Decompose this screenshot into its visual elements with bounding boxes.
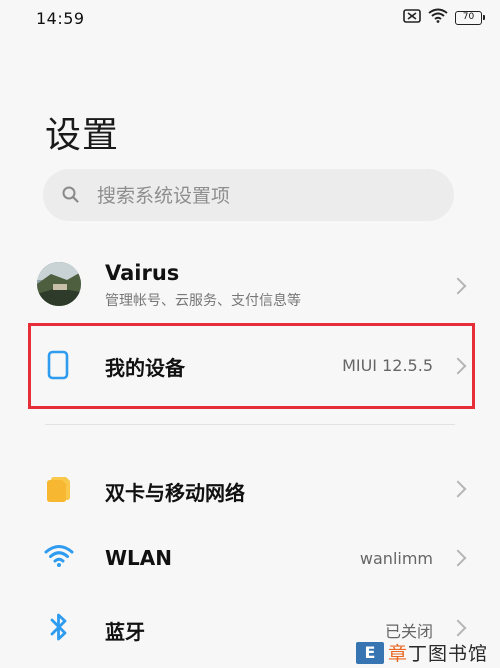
search-input[interactable] bbox=[95, 169, 439, 223]
settings-screen: 14:59 70 设置 搜索系统设置项 Vairus 管理帐号、云服务、支付信息… bbox=[0, 0, 500, 668]
sim-off-icon bbox=[403, 8, 421, 27]
chevron-right-icon bbox=[449, 480, 467, 498]
settings-item-value: wanlimm bbox=[359, 549, 433, 568]
highlight-box bbox=[28, 323, 475, 409]
settings-item-label: 双卡与移动网络 bbox=[105, 481, 245, 505]
account-subtitle: 管理帐号、云服务、支付信息等 bbox=[105, 293, 301, 309]
avatar bbox=[37, 262, 81, 306]
watermark-text-accent: 章 bbox=[387, 643, 408, 665]
chevron-right-icon bbox=[449, 549, 467, 567]
watermark-logo: E bbox=[355, 641, 384, 664]
bluetooth-icon bbox=[49, 612, 69, 646]
settings-item-dual-sim[interactable]: 双卡与移动网络 bbox=[0, 455, 500, 523]
watermark-text-rest: 丁图书馆 bbox=[407, 643, 488, 665]
status-icons: 70 bbox=[403, 8, 485, 27]
status-bar: 14:59 70 bbox=[0, 0, 500, 40]
sim-card-icon bbox=[46, 475, 72, 507]
battery-icon: 70 bbox=[455, 10, 485, 25]
search-bar[interactable] bbox=[43, 169, 454, 223]
page-title: 设置 bbox=[45, 115, 120, 156]
settings-item-label: 蓝牙 bbox=[105, 620, 145, 644]
wifi-icon bbox=[44, 544, 74, 572]
account-name: Vairus bbox=[105, 261, 180, 285]
divider bbox=[45, 424, 455, 425]
chevron-right-icon bbox=[449, 277, 467, 295]
watermark-text: 章丁图书馆 bbox=[388, 639, 488, 666]
settings-item-label: WLAN bbox=[105, 546, 173, 570]
chevron-right-icon bbox=[449, 619, 467, 637]
status-time: 14:59 bbox=[36, 9, 85, 28]
watermark: E 章丁图书馆 bbox=[355, 639, 488, 666]
wifi-icon bbox=[428, 8, 448, 27]
search-icon bbox=[61, 185, 81, 209]
account-row[interactable]: Vairus 管理帐号、云服务、支付信息等 bbox=[0, 250, 500, 320]
settings-item-wlan[interactable]: WLAN wanlimm bbox=[0, 524, 500, 592]
